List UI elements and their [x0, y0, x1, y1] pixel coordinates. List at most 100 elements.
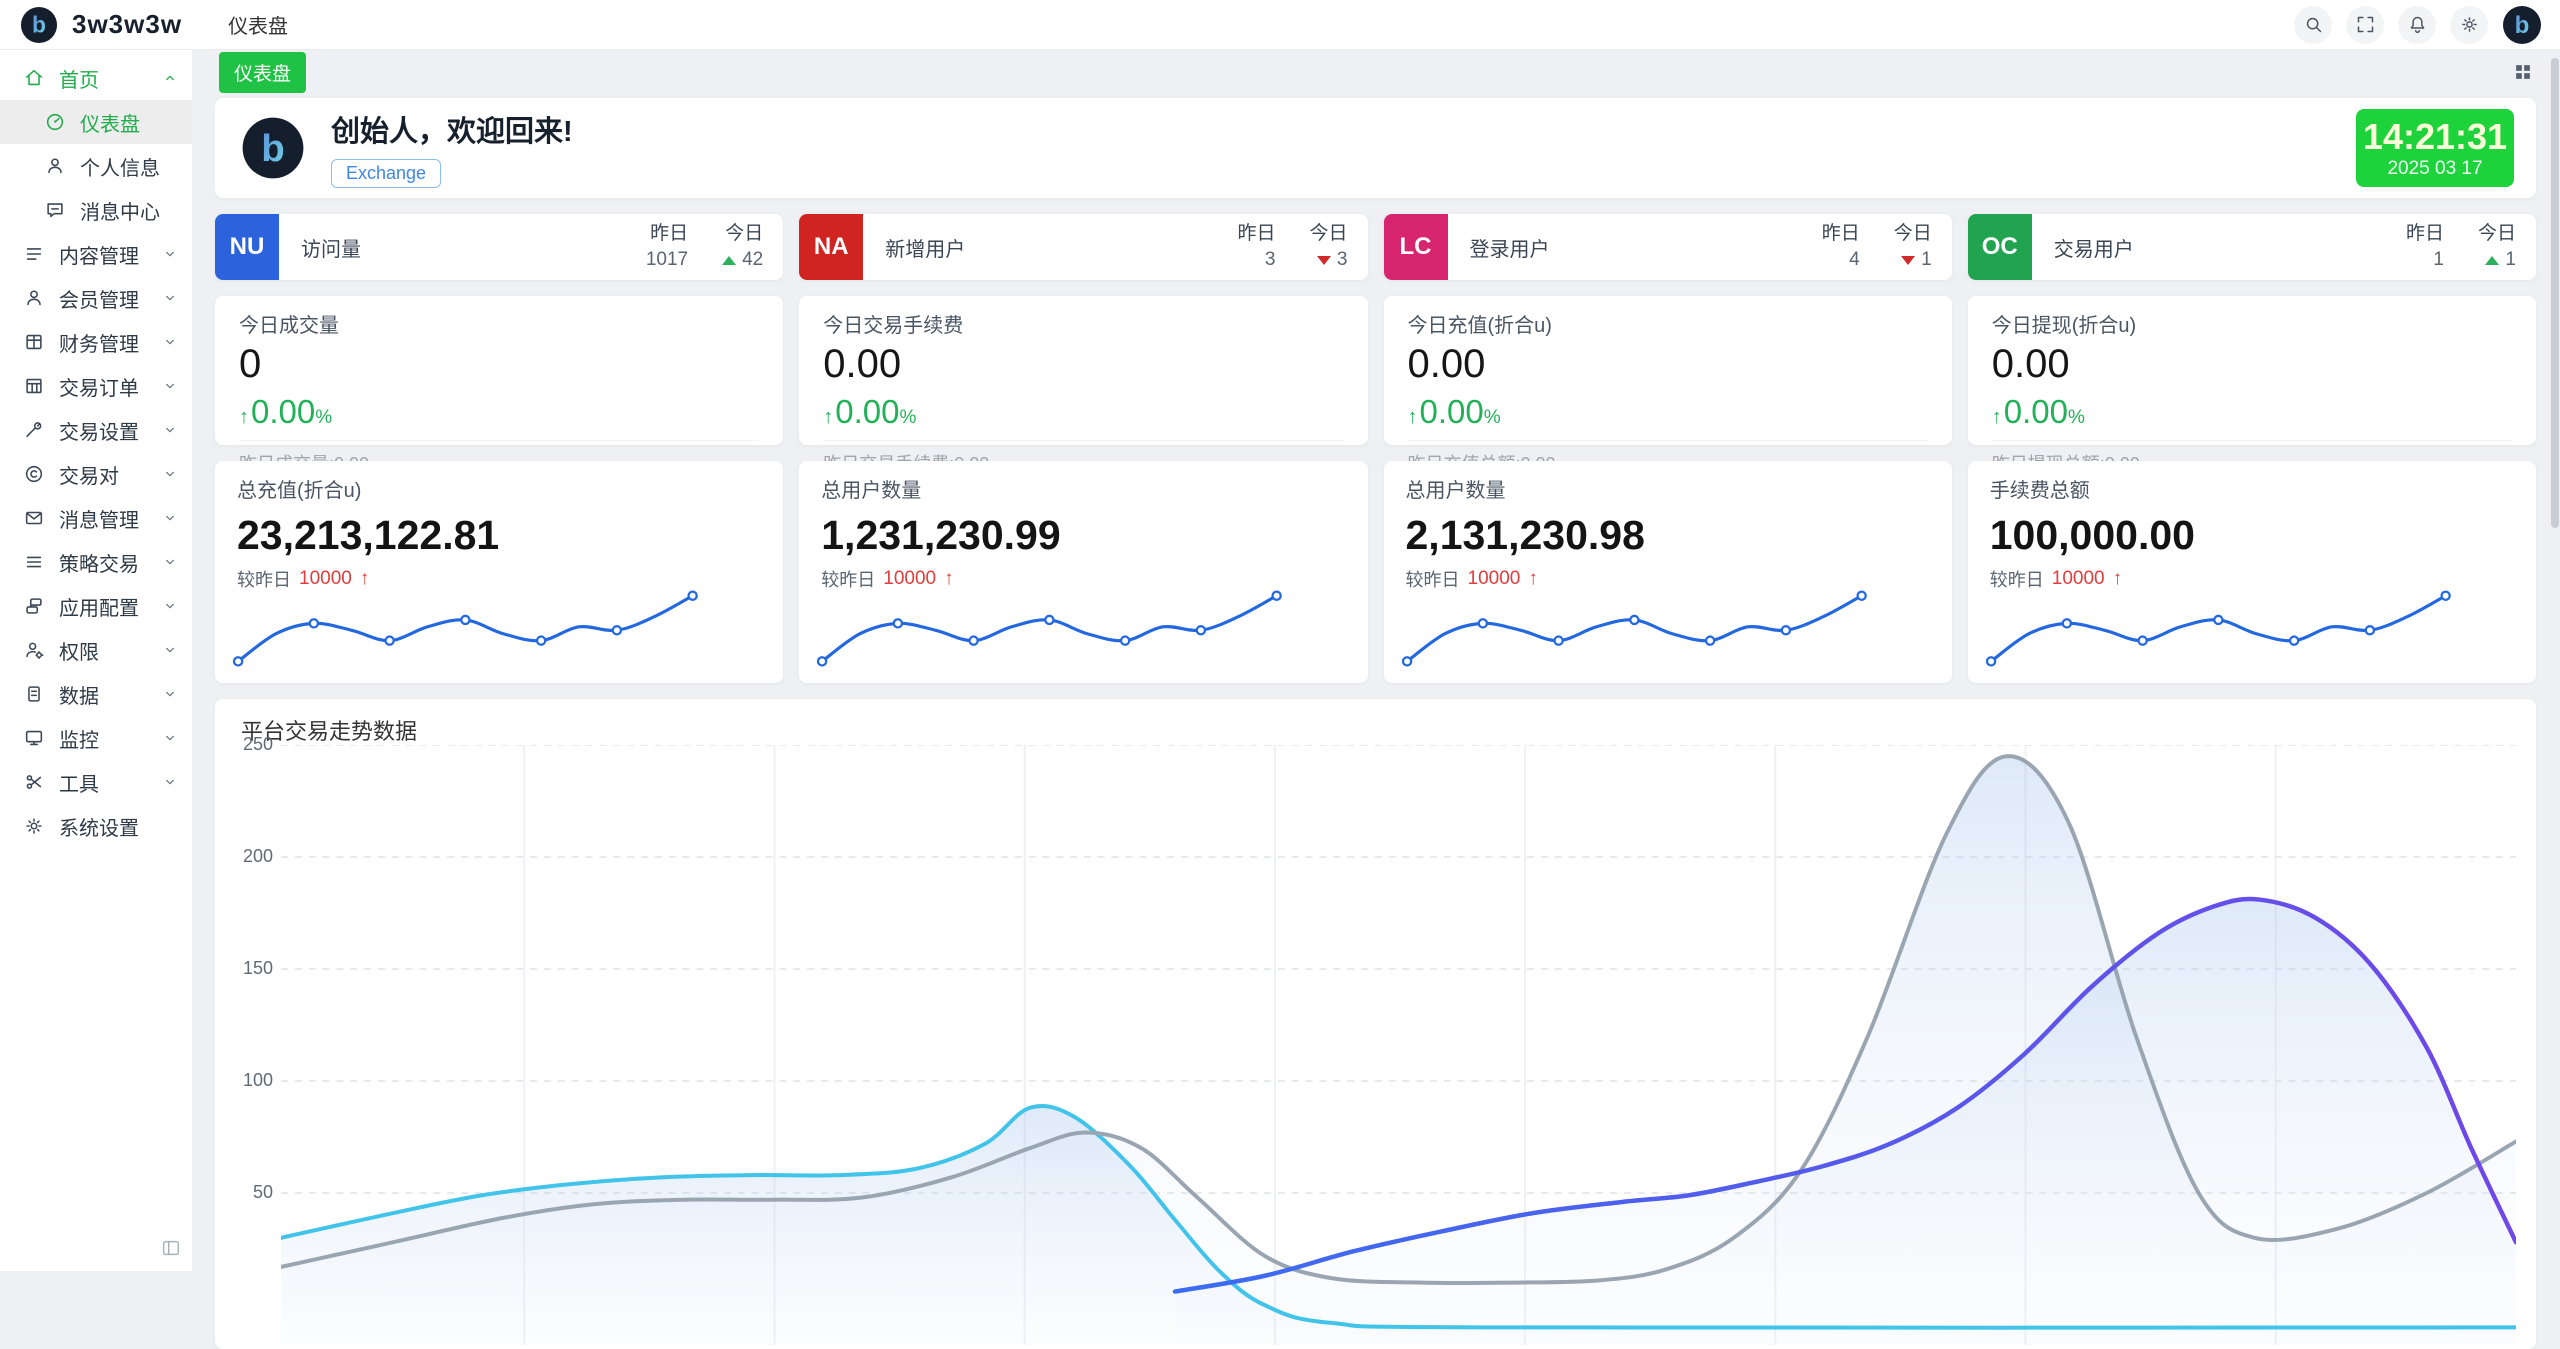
gear-icon — [2459, 14, 2480, 35]
sparkline-chart — [813, 579, 1286, 679]
list-icon — [23, 243, 45, 265]
notifications-button[interactable] — [2398, 6, 2436, 44]
chevron-down-icon — [162, 378, 178, 394]
welcome-avatar: b — [241, 116, 305, 180]
today-card-label: 今日成交量 — [239, 309, 759, 338]
chevron-down-icon — [162, 246, 178, 262]
exchange-badge[interactable]: Exchange — [331, 159, 441, 188]
sidebar-subitem-label: 消息中心 — [80, 196, 160, 225]
clock-time: 14:21:31 — [2356, 118, 2514, 156]
tag-bar: 仪表盘 — [193, 50, 2560, 94]
sidebar-item-9[interactable]: 应用配置 — [0, 584, 192, 628]
stat-yesterday: 昨日3 — [1237, 223, 1275, 272]
sidebar-item-11[interactable]: 数据 — [0, 672, 192, 716]
stat-yesterday: 昨日1 — [2406, 223, 2444, 272]
welcome-title: 创始人，欢迎回来! — [331, 108, 573, 150]
chevron-down-icon — [162, 466, 178, 482]
search-button[interactable] — [2294, 6, 2332, 44]
stat-card-label: 新增用户 — [885, 233, 965, 262]
settings-button[interactable] — [2450, 6, 2488, 44]
user-avatar[interactable]: b — [2502, 5, 2542, 45]
today-card-percent: ↑0.00% — [239, 393, 759, 431]
today-card-percent: ↑0.00% — [1408, 393, 1928, 431]
today-card-label: 今日交易手续费 — [823, 309, 1343, 338]
stat-code-badge: OC — [1968, 214, 2032, 280]
total-card-label: 总用户数量 — [1406, 474, 1930, 503]
sidebar-item-6[interactable]: 交易对 — [0, 452, 192, 496]
page-scrollbar[interactable] — [2551, 58, 2559, 528]
total-card-0: 总充值(折合u)23,213,122.81较昨日10000↑ — [215, 461, 783, 683]
chevron-down-icon — [162, 554, 178, 570]
svg-text:b: b — [261, 127, 284, 170]
app-logo: b — [20, 6, 58, 44]
chevron-down-icon — [162, 642, 178, 658]
search-icon — [2303, 14, 2324, 35]
usergear-icon — [23, 639, 45, 661]
svg-text:b: b — [2515, 12, 2530, 39]
sidebar-item-10[interactable]: 权限 — [0, 628, 192, 672]
y-axis-tick: 50 — [215, 1182, 273, 1203]
sidebar-item-label: 策略交易 — [59, 548, 139, 577]
top-header: b 3w3w3w 仪表盘 b — [0, 0, 2560, 50]
sidebar-subitem-label: 个人信息 — [80, 152, 160, 181]
svg-text:b: b — [32, 11, 46, 37]
fullscreen-button[interactable] — [2346, 6, 2384, 44]
chevron-down-icon — [162, 686, 178, 702]
trend-chart-card: 平台交易走势数据 25020015010050 — [215, 699, 2536, 1349]
sidebar-subitem-0-2[interactable]: 消息中心 — [0, 188, 192, 232]
chat-icon — [44, 199, 66, 221]
brand-name: 3w3w3w — [72, 9, 182, 40]
sidebar-item-2[interactable]: 会员管理 — [0, 276, 192, 320]
table-icon — [23, 375, 45, 397]
y-axis-tick: 250 — [215, 734, 273, 755]
sidebar-item-7[interactable]: 消息管理 — [0, 496, 192, 540]
today-cards-row: 今日成交量0↑0.00%昨日成交量:0.00今日交易手续费0.00↑0.00%昨… — [215, 296, 2536, 445]
sidebar-item-5[interactable]: 交易设置 — [0, 408, 192, 452]
today-card-3: 今日提现(折合u)0.00↑0.00%昨日提现总额:0.00 — [1968, 296, 2536, 445]
chevron-down-icon — [162, 290, 178, 306]
sidebar-item-0[interactable]: 首页 — [0, 56, 192, 100]
layout-grid-icon[interactable] — [2512, 61, 2534, 83]
sidebar-subitem-label: 仪表盘 — [80, 108, 140, 137]
sidebar-subitem-0-1[interactable]: 个人信息 — [0, 144, 192, 188]
tab-dashboard-chip[interactable]: 仪表盘 — [219, 52, 306, 93]
stat-card-label: 登录用户 — [1470, 233, 1550, 262]
topnav-dashboard[interactable]: 仪表盘 — [228, 10, 288, 39]
welcome-card: b 创始人，欢迎回来! Exchange 14:21:31 2025 03 17 — [215, 98, 2536, 198]
tools-icon — [23, 771, 45, 793]
trend-chart[interactable] — [281, 745, 2516, 1345]
sidebar-item-label: 权限 — [59, 636, 99, 665]
stat-today: 今日1 — [2478, 223, 2516, 272]
total-card-value: 23,213,122.81 — [237, 514, 761, 557]
sidebar-subitem-0-0[interactable]: 仪表盘 — [0, 100, 192, 144]
stat-yesterday: 昨日4 — [1822, 223, 1860, 272]
sidebar-item-3[interactable]: 财务管理 — [0, 320, 192, 364]
y-axis-tick: 100 — [215, 1070, 273, 1091]
chevron-down-icon — [162, 730, 178, 746]
today-card-2: 今日充值(折合u)0.00↑0.00%昨日充值总额:0.00 — [1384, 296, 1952, 445]
sidebar-item-4[interactable]: 交易订单 — [0, 364, 192, 408]
total-card-1: 总用户数量1,231,230.99较昨日10000↑ — [799, 461, 1367, 683]
sidebar-item-13[interactable]: 工具 — [0, 760, 192, 804]
fullscreen-icon — [2355, 14, 2376, 35]
sidebar-item-12[interactable]: 监控 — [0, 716, 192, 760]
user-icon — [23, 287, 45, 309]
stat-card-lc: LC登录用户昨日4今日1 — [1384, 214, 1952, 280]
today-card-percent: ↑0.00% — [1992, 393, 2512, 431]
stat-today: 今日1 — [1894, 223, 1932, 272]
sidebar-item-label: 数据 — [59, 680, 99, 709]
sidebar: 首页仪表盘个人信息消息中心内容管理会员管理财务管理交易订单交易设置交易对消息管理… — [0, 50, 193, 1271]
today-card-value: 0.00 — [823, 343, 1343, 385]
total-card-label: 总用户数量 — [821, 474, 1345, 503]
brand[interactable]: b 3w3w3w — [0, 6, 182, 44]
clock-date: 2025 03 17 — [2356, 158, 2514, 180]
today-card-label: 今日提现(折合u) — [1992, 309, 2512, 338]
stat-yesterday: 昨日1017 — [646, 223, 688, 272]
sidebar-item-1[interactable]: 内容管理 — [0, 232, 192, 276]
sidebar-item-label: 内容管理 — [59, 240, 139, 269]
total-card-value: 1,231,230.99 — [821, 514, 1345, 557]
sidebar-collapse-icon[interactable] — [160, 1237, 182, 1259]
sidebar-item-14[interactable]: 系统设置 — [0, 804, 192, 848]
sidebar-item-8[interactable]: 策略交易 — [0, 540, 192, 584]
sidebar-item-label: 工具 — [59, 768, 99, 797]
